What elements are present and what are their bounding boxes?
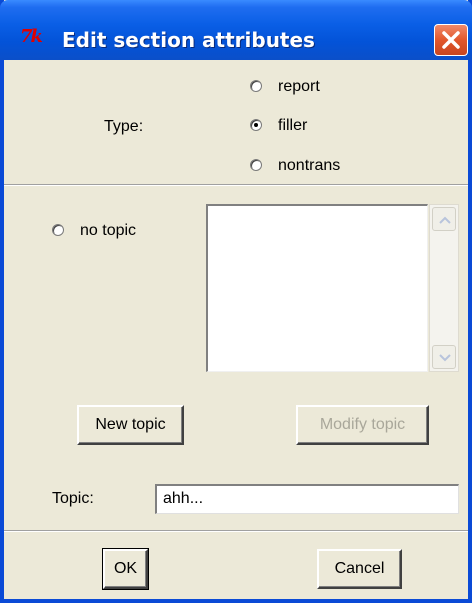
topic-label: Topic: (52, 490, 94, 507)
window-title: Edit section attributes (62, 28, 315, 52)
scroll-down-button[interactable] (432, 345, 456, 369)
chevron-down-icon (439, 354, 451, 362)
radio-nontrans-indicator[interactable] (250, 159, 262, 171)
cancel-button[interactable]: Cancel (317, 549, 402, 589)
new-topic-button[interactable]: New topic (77, 405, 184, 445)
radio-no-topic-label: no topic (80, 222, 137, 239)
modify-topic-button[interactable]: Modify topic (296, 405, 429, 445)
radio-report-indicator[interactable] (250, 80, 262, 92)
radio-filler-label: filler (278, 117, 308, 134)
radio-report-label: report (278, 78, 320, 95)
radio-filler-indicator[interactable] (250, 119, 262, 131)
radio-nontrans-label: nontrans (278, 157, 341, 174)
ok-button[interactable]: OK (102, 548, 149, 590)
title-bar[interactable]: 7k Edit section attributes (0, 0, 472, 60)
topic-listbox[interactable] (206, 204, 428, 372)
type-label: Type: (104, 118, 144, 135)
close-button[interactable] (434, 24, 468, 56)
close-icon (442, 31, 460, 49)
topic-input[interactable]: ahh... (155, 484, 459, 514)
separator-top (4, 184, 468, 186)
separator-bottom (4, 530, 468, 532)
tk-icon: 7k (20, 26, 43, 47)
scroll-up-button[interactable] (432, 207, 456, 231)
chevron-up-icon (439, 216, 451, 224)
radio-no-topic-indicator[interactable] (52, 224, 64, 236)
dialog-window: 7k Edit section attributes Type: report … (0, 0, 472, 603)
topic-scrollbar[interactable] (429, 204, 459, 372)
